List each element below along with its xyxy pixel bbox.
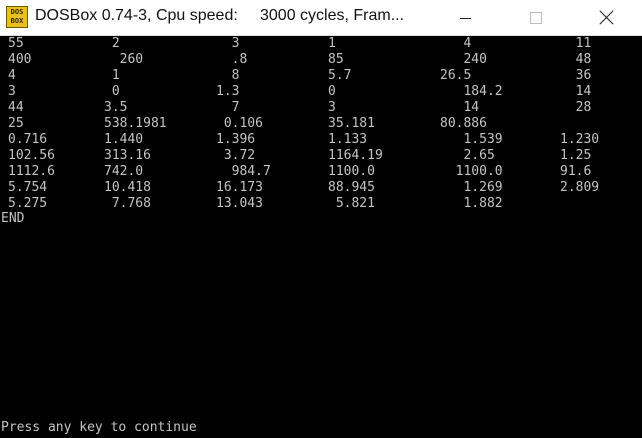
console-cell: 1.539 [440, 132, 503, 147]
title-bar[interactable]: DOS BOX DOSBox 0.74-3, Cpu speed: 3000 c… [0, 0, 642, 36]
console-cell: 1.269 [440, 180, 503, 195]
console-cell: 26.5 [440, 68, 472, 83]
console-output[interactable]: 55 2 3 1 4 11 400 260 .8 85 240 48 4 1 8 5.7 2… [0, 36, 642, 438]
console-row: 400 260 .8 85 240 48 [0, 52, 642, 68]
dosbox-icon[interactable]: DOS BOX [6, 6, 28, 28]
console-cell: 1.396 [216, 132, 256, 147]
console-cell: 5.754 [8, 180, 48, 195]
console-cell: 0 [104, 84, 120, 99]
console-cell: 1.230 [560, 132, 600, 147]
console-row: 55 2 3 1 4 11 [0, 36, 642, 52]
console-cell: 13.043 [216, 196, 263, 211]
console-cell: 14 [560, 84, 592, 99]
console-cell: 538.1981 [104, 116, 167, 131]
console-cell: 91.6 [560, 164, 592, 179]
console-cell: 240 [440, 52, 487, 67]
window-title: DOSBox 0.74-3, Cpu speed: 3000 cycles, F… [35, 7, 405, 24]
console-cell: 85 [328, 52, 344, 67]
console-cell: 1.3 [216, 84, 240, 99]
maximize-button[interactable] [513, 0, 559, 35]
console-cell: 3 [328, 100, 336, 115]
console-cell: 44 [8, 100, 24, 115]
dosbox-icon-text-top: DOS [10, 8, 24, 16]
console-cell: 35.181 [328, 116, 375, 131]
console-row: 5.754 10.418 16.173 88.945 1.269 2.809 [0, 180, 642, 196]
console-cell: 1.440 [104, 132, 144, 147]
console-cell: 1 [328, 36, 336, 51]
console-cell: 3 [216, 36, 240, 51]
console-cell: 102.56 [8, 148, 55, 163]
console-cell: 1100.0 [328, 164, 375, 179]
console-cell: 11 [560, 36, 592, 51]
dosbox-icon-text-bottom: BOX [10, 17, 24, 25]
console-row: 25 538.1981 0.106 35.181 80.886 [0, 116, 642, 132]
console-cell: 3.72 [216, 148, 256, 163]
console-cell: 36 [560, 68, 592, 83]
console-cell: 8 [216, 68, 240, 83]
console-cell: 984.7 [216, 164, 271, 179]
dosbox-window: DOS BOX DOSBox 0.74-3, Cpu speed: 3000 c… [0, 0, 642, 438]
minimize-icon [460, 18, 471, 19]
close-button[interactable] [583, 0, 629, 35]
console-cell: 7 [216, 100, 240, 115]
end-text: END [1, 211, 25, 226]
console-row: 0.716 1.440 1.396 1.133 1.539 1.230 [0, 132, 642, 148]
console-cell: 4 [8, 68, 16, 83]
maximize-icon [530, 12, 542, 24]
console-cell: 25 [8, 116, 24, 131]
console-cell: 2.809 [560, 180, 600, 195]
console-cell: 3 [8, 84, 16, 99]
console-cell: 88.945 [328, 180, 375, 195]
console-cell: 14 [440, 100, 480, 115]
console-row: 3 0 1.3 0 184.2 14 [0, 84, 642, 100]
console-cell: 7.768 [104, 196, 151, 211]
console-cell: 1100.0 [440, 164, 503, 179]
console-cell: 80.886 [440, 116, 487, 131]
console-cell: 0.106 [216, 116, 263, 131]
console-cell: 1164.19 [328, 148, 383, 163]
console-cell: 260 [104, 52, 144, 67]
console-cell: 10.418 [104, 180, 151, 195]
console-cell: 5.275 [8, 196, 48, 211]
console-row: 5.275 7.768 13.043 5.821 1.882 [0, 196, 642, 212]
console-cell: 1 [104, 68, 120, 83]
console-cell: 1.25 [560, 148, 592, 163]
console-cell: 5.7 [328, 68, 352, 83]
console-cell: 742.0 [104, 164, 144, 179]
console-cell: 0 [328, 84, 336, 99]
console-row: 102.56 313.16 3.72 1164.19 2.65 1.25 [0, 148, 642, 164]
console-cell: 1.882 [440, 196, 503, 211]
console-row: 44 3.5 7 3 14 28 [0, 100, 642, 116]
console-row: 4 1 8 5.7 26.5 36 [0, 68, 642, 84]
console-row: 1112.6 742.0 984.7 1100.0 1100.0 91.6 [0, 164, 642, 180]
console-cell: 5.821 [328, 196, 375, 211]
console-cell: 16.173 [216, 180, 263, 195]
console-cell: 3.5 [104, 100, 128, 115]
console-cell: 48 [560, 52, 592, 67]
console-cell: 184.2 [440, 84, 503, 99]
console-cell: .8 [216, 52, 248, 67]
console-cell: 0.716 [8, 132, 48, 147]
console-cell: 400 [8, 52, 32, 67]
console-cell: 2 [104, 36, 120, 51]
console-cell: 1112.6 [8, 164, 55, 179]
console-cell: 2.65 [440, 148, 495, 163]
console-cell: 28 [560, 100, 592, 115]
console-cell: 1.133 [328, 132, 368, 147]
minimize-button[interactable] [443, 0, 489, 35]
continue-prompt: Press any key to continue [1, 420, 197, 435]
console-cell: 4 [440, 36, 472, 51]
console-cell: 55 [8, 36, 24, 51]
console-cell: 313.16 [104, 148, 151, 163]
